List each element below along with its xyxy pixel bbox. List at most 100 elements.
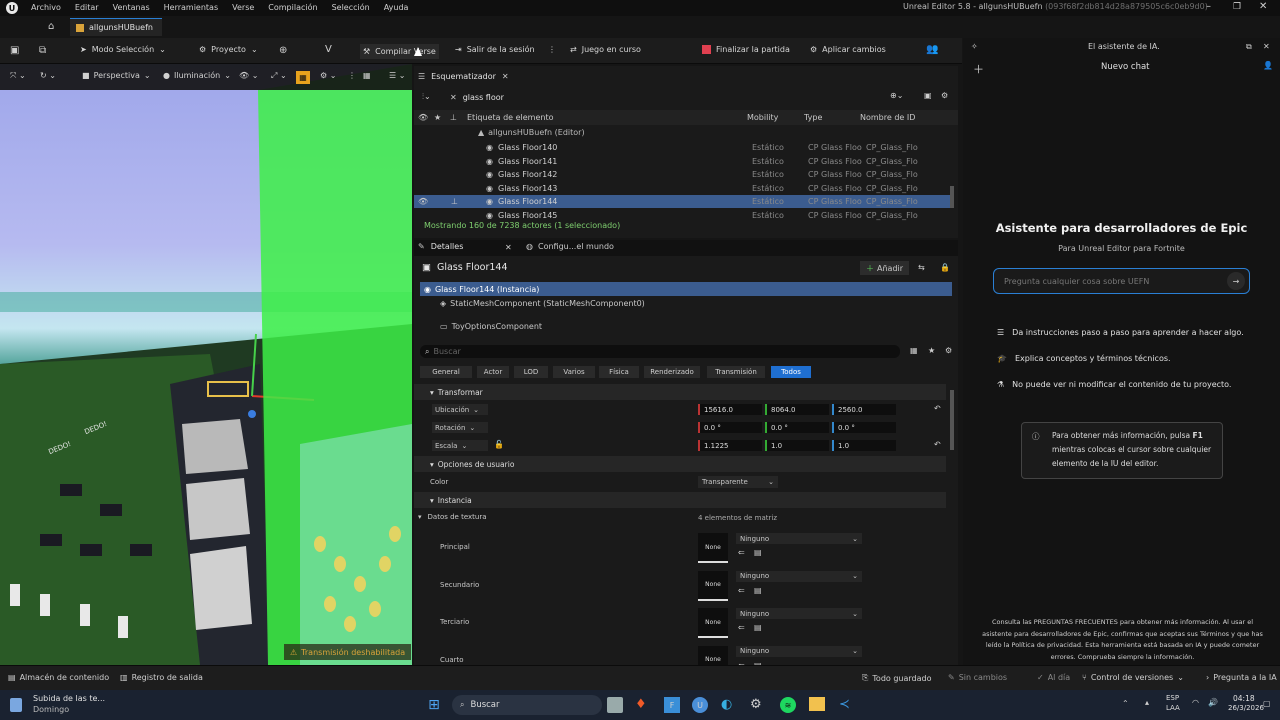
apply-changes-button[interactable]: ⚙ Aplicar cambios: [810, 45, 886, 54]
output-log-button[interactable]: ▥ Registro de salida: [120, 673, 203, 682]
use-asset-icon[interactable]: ⇐: [738, 586, 745, 595]
level-viewport[interactable]: DEDO! DEDO! ⚠ Transmisión deshabilitada: [0, 64, 412, 665]
table-row[interactable]: 👁 ⊥ ◉ Glass Floor144 Estático CP Glass Floo CP…: [414, 195, 950, 208]
file-explorer-icon[interactable]: [809, 697, 825, 711]
reset-icon[interactable]: ↶: [934, 404, 941, 413]
up-to-date-button[interactable]: ✓ Al día: [1037, 673, 1070, 682]
chevron-up-icon[interactable]: ⌃: [1122, 699, 1129, 708]
vscode-icon[interactable]: ≺: [839, 697, 850, 712]
more-options-icon[interactable]: ⋮: [548, 45, 556, 54]
table-row[interactable]: ◉ Glass Floor141 Estático CP Glass Floo CP_G…: [414, 155, 950, 168]
section-instance[interactable]: ▾ Instancia: [414, 492, 946, 508]
add-icon[interactable]: ⊕⌄: [890, 91, 903, 100]
browse-icon[interactable]: ▤: [754, 623, 762, 632]
tray-icon[interactable]: ▴: [1145, 698, 1149, 707]
filter-tab-2[interactable]: LOD: [514, 366, 548, 378]
close-icon[interactable]: ✕: [1263, 42, 1270, 51]
edge-icon[interactable]: ◐: [721, 697, 732, 712]
unreal-logo-icon[interactable]: U: [6, 2, 18, 14]
settings-icon[interactable]: ⚙: [945, 346, 952, 355]
pin-icon[interactable]: ✧: [971, 42, 978, 51]
table-row[interactable]: ◉ Glass Floor142 Estático CP Glass Floo CP_G…: [414, 168, 950, 181]
menu-herramientas[interactable]: Herramientas: [164, 3, 219, 12]
weather-icon[interactable]: [10, 698, 22, 712]
location-z[interactable]: 2560.0: [832, 404, 896, 415]
menu-archivo[interactable]: Archivo: [31, 3, 61, 12]
clock-time[interactable]: 04:18: [1233, 694, 1255, 703]
filter-tab-7[interactable]: Todos: [771, 366, 811, 378]
lock-icon[interactable]: 🔓: [494, 440, 504, 449]
color-dropdown[interactable]: Transparente ⌄: [698, 476, 778, 488]
new-chat-plus-icon[interactable]: ＋: [973, 61, 984, 77]
texture-data-row[interactable]: ▾ Datos de textura: [418, 513, 487, 521]
col-type[interactable]: Type: [804, 113, 822, 122]
volume-icon[interactable]: 🔊: [1208, 698, 1218, 707]
texture-dropdown[interactable]: Ninguno ⌄: [736, 608, 862, 619]
clear-search-icon[interactable]: ✕: [450, 93, 457, 102]
location-y[interactable]: 8064.0: [765, 404, 829, 415]
task-view-icon[interactable]: [607, 697, 623, 713]
user-icon[interactable]: 👤: [1263, 61, 1273, 70]
undock-icon[interactable]: ⧉: [1246, 42, 1252, 52]
details-search[interactable]: ⌕ Buscar: [420, 345, 900, 358]
folder-icon[interactable]: ▣: [924, 91, 932, 100]
rotation-x[interactable]: 0.0 °: [698, 422, 762, 433]
filter-tab-1[interactable]: Actor: [477, 366, 509, 378]
scale-dropdown[interactable]: Escala ⌄: [432, 440, 488, 451]
grid-snap-icon[interactable]: ▦: [296, 71, 310, 84]
minimize-icon[interactable]: –: [1206, 1, 1211, 12]
content-icon[interactable]: ⧉: [39, 45, 46, 56]
filter-tab-5[interactable]: Renderizado: [644, 366, 700, 378]
lock-icon[interactable]: 🔒: [940, 263, 950, 272]
rotation-z[interactable]: 0.0 °: [832, 422, 896, 433]
layout-icon[interactable]: ▦: [363, 71, 371, 80]
col-mobility[interactable]: Mobility: [747, 113, 778, 122]
star-icon[interactable]: ★: [928, 346, 935, 355]
fortnite-icon[interactable]: F: [664, 697, 680, 713]
filter-tab-4[interactable]: Física: [599, 366, 639, 378]
compile-verse-button[interactable]: ⚒ Compilar Verse: [360, 44, 439, 59]
menu-compilacion[interactable]: Compilación: [268, 3, 317, 12]
table-view-icon[interactable]: ▦: [910, 346, 918, 355]
perspective-button[interactable]: ■ Perspectiva ⌄: [82, 71, 151, 80]
project-button[interactable]: ⚙ Proyecto ⌄: [199, 45, 258, 54]
end-game-button[interactable]: Finalizar la partida: [702, 45, 790, 54]
outliner-search-value[interactable]: glass floor: [463, 93, 504, 102]
texture-thumbnail[interactable]: None: [698, 570, 728, 601]
close-icon[interactable]: ✕: [1259, 1, 1267, 12]
taskbar-search[interactable]: ⌕ Buscar: [452, 695, 602, 715]
menu-ventanas[interactable]: Ventanas: [113, 3, 150, 12]
send-icon[interactable]: →: [1227, 272, 1245, 290]
settings-icon[interactable]: ⚙ ⌄: [320, 71, 336, 80]
transform-tool-icon[interactable]: ⤧ ⌄: [10, 71, 26, 81]
wifi-icon[interactable]: ◠: [1192, 698, 1199, 707]
use-asset-icon[interactable]: ⇐: [738, 548, 745, 557]
home-icon[interactable]: ⌂: [48, 21, 54, 32]
all-saved-button[interactable]: ⎘ Todo guardado: [862, 673, 932, 683]
version-control-button[interactable]: ⑂ Control de versiones ⌄: [1082, 673, 1184, 682]
rotate-tool-icon[interactable]: ↻ ⌄: [40, 71, 56, 80]
scale-x[interactable]: 1.1225: [698, 440, 762, 451]
brave-browser-icon[interactable]: ♦: [635, 697, 647, 712]
details-scrollbar[interactable]: [950, 390, 954, 450]
rotation-dropdown[interactable]: Rotación ⌄: [432, 422, 488, 433]
save-icon[interactable]: ▣: [10, 45, 19, 56]
notification-icon[interactable]: ▢: [1263, 699, 1271, 708]
use-asset-icon[interactable]: ⇐: [738, 623, 745, 632]
pin-icon[interactable]: ⊥: [451, 197, 458, 206]
filter-icon[interactable]: ⫶⌄: [422, 92, 431, 102]
outliner-root[interactable]: ▲ allgunsHUBuefn (Editor): [478, 128, 585, 137]
weather-title[interactable]: Subida de las te...: [33, 694, 105, 703]
table-row[interactable]: ◉ Glass Floor145 Estático CP Glass Floo CP_G…: [414, 209, 950, 222]
browse-icon[interactable]: ▤: [754, 586, 762, 595]
component-toy-options[interactable]: ▭ ToyOptionsComponent: [440, 322, 542, 331]
tab-world-settings[interactable]: ◍ Configu...el mundo: [526, 242, 614, 251]
snap-icon[interactable]: ⤢ ⌄: [271, 71, 287, 81]
col-label[interactable]: Etiqueta de elemento: [467, 113, 554, 122]
more-icon[interactable]: ⋮: [348, 71, 356, 80]
add-component-button[interactable]: ＋ Añadir: [860, 261, 910, 275]
outliner-scrollbar[interactable]: [950, 186, 954, 208]
section-user-options[interactable]: ▾ Opciones de usuario: [414, 456, 946, 472]
reset-icon[interactable]: ↶: [934, 440, 941, 449]
menu-editar[interactable]: Editar: [75, 3, 99, 12]
